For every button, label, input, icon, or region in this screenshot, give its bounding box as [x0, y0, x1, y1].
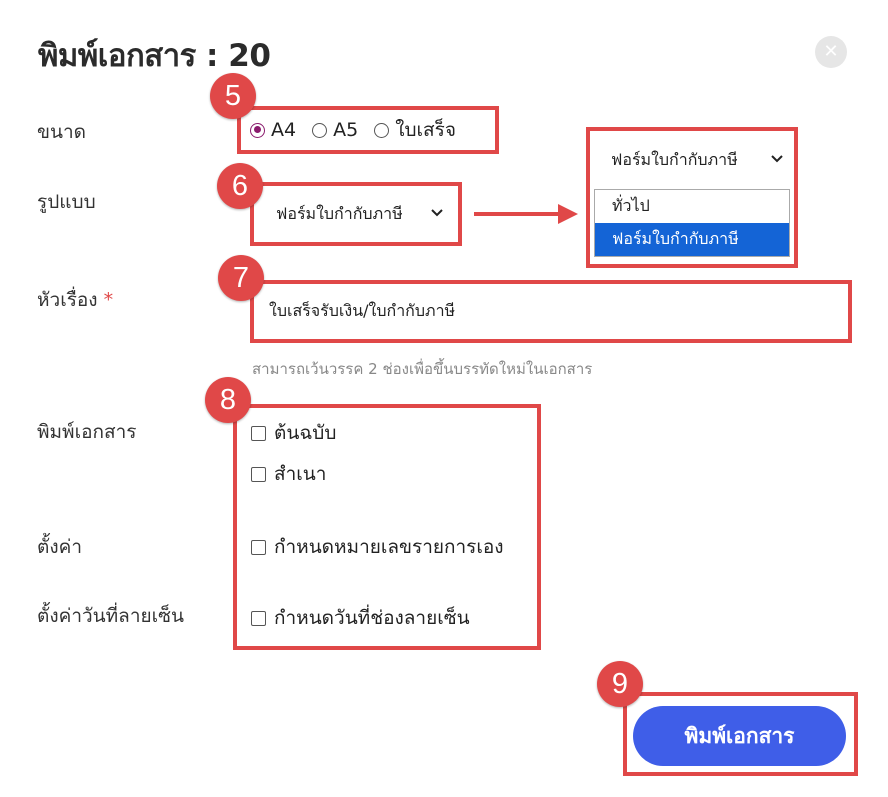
checkbox-label: ต้นฉบับ [274, 422, 337, 444]
format-select[interactable]: ฟอร์มใบกำกับภาษี [262, 196, 454, 232]
settings-label: ตั้งค่า [37, 536, 82, 558]
format-select-value: ฟอร์มใบกำกับภาษี [276, 203, 403, 223]
radio-a5[interactable] [312, 122, 328, 138]
radio-receipt[interactable] [374, 122, 390, 138]
subject-label-text: หัวเรื่อง [37, 289, 98, 311]
checkbox-signature-date-box[interactable] [251, 610, 266, 626]
subject-input[interactable]: ใบเสร็จรับเงิน/ใบกำกับภาษี [254, 286, 848, 336]
step-badge-9: 9 [597, 661, 643, 707]
print-docs-label: พิมพ์เอกสาร [37, 421, 137, 443]
step-badge-5: 5 [210, 73, 256, 119]
chevron-down-icon [430, 206, 444, 222]
format-dropdown-select[interactable]: ฟอร์มใบกำกับภาษี [596, 142, 790, 178]
checkbox-custom-number[interactable]: กำหนดหมายเลขรายการเอง [251, 532, 504, 562]
checkbox-label: กำหนดวันที่ช่องลายเซ็น [274, 607, 470, 629]
step-badge-6: 6 [217, 163, 263, 209]
print-button[interactable]: พิมพ์เอกสาร [633, 706, 846, 766]
radio-a4[interactable] [250, 122, 265, 138]
chevron-down-icon [770, 152, 784, 168]
signature-date-label: ตั้งค่าวันที่ลายเซ็น [37, 605, 184, 627]
checkbox-copy-box[interactable] [251, 466, 266, 482]
size-label: ขนาด [37, 121, 86, 143]
size-option-label: A4 [271, 119, 297, 141]
checkbox-copy[interactable]: สำเนา [251, 459, 326, 489]
dropdown-option-general[interactable]: ทั่วไป [595, 190, 789, 223]
close-icon[interactable]: ✕ [815, 36, 847, 68]
size-option-receipt[interactable]: ใบเสร็จ [374, 115, 456, 145]
arrow-right-icon [472, 200, 582, 232]
size-option-label: ใบเสร็จ [395, 119, 456, 141]
format-dropdown-list: ทั่วไป ฟอร์มใบกำกับภาษี [594, 189, 790, 257]
checkbox-custom-number-box[interactable] [251, 539, 266, 555]
checkbox-label: สำเนา [274, 463, 327, 485]
size-option-a4[interactable]: A4 [250, 119, 296, 141]
required-mark: * [103, 289, 114, 311]
format-dropdown-value: ฟอร์มใบกำกับภาษี [611, 149, 738, 169]
size-option-label: A5 [333, 119, 359, 141]
checkbox-original-box[interactable] [251, 425, 266, 441]
subject-helper-text: สามารถเว้นวรรค 2 ช่องเพื่อขึ้นบรรทัดใหม่… [252, 360, 593, 378]
checkbox-signature-date[interactable]: กำหนดวันที่ช่องลายเซ็น [251, 603, 470, 633]
step-badge-8: 8 [205, 377, 251, 423]
size-radio-group: A4 A5 ใบเสร็จ [250, 115, 472, 145]
checkbox-label: กำหนดหมายเลขรายการเอง [274, 536, 504, 558]
format-label: รูปแบบ [37, 191, 96, 213]
dropdown-option-tax-invoice[interactable]: ฟอร์มใบกำกับภาษี [595, 223, 789, 256]
checkbox-original[interactable]: ต้นฉบับ [251, 418, 336, 448]
size-option-a5[interactable]: A5 [312, 119, 358, 141]
subject-label: หัวเรื่อง * [37, 285, 113, 315]
step-badge-7: 7 [218, 255, 264, 301]
